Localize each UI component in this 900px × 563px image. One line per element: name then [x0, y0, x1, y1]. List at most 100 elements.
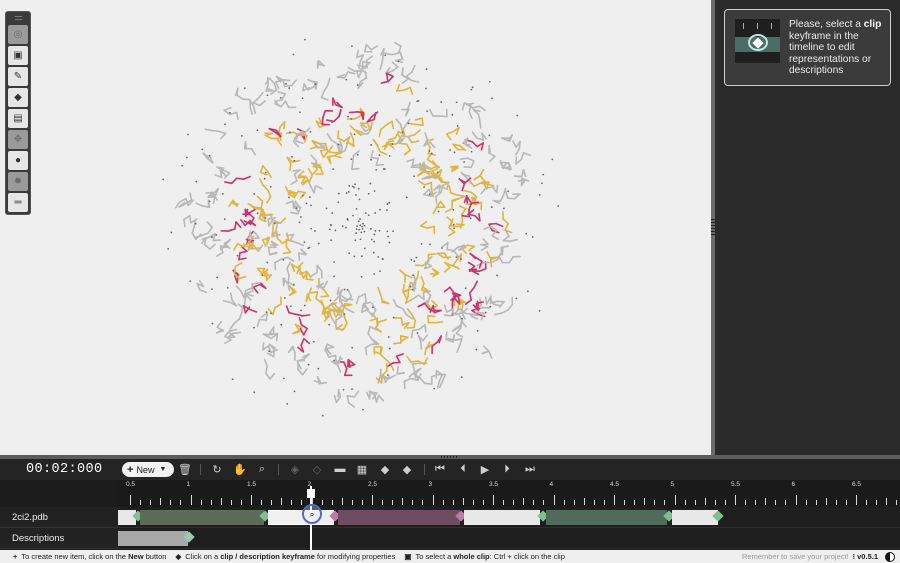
- camera-icon[interactable]: ▬: [333, 462, 347, 476]
- ruler-tick: [745, 500, 747, 505]
- zoom-cursor-icon: ⌕: [302, 504, 322, 524]
- theme-toggle-icon[interactable]: [885, 552, 895, 562]
- ruler-label: 4.5: [610, 481, 620, 488]
- target-icon[interactable]: ◎: [8, 25, 28, 44]
- app-window: :::::::: ◎ ▣ ✎ ◆ ▤ ✥ ● ✹ ═ Please, selec…: [0, 0, 900, 563]
- step-back-icon[interactable]: ⏴: [456, 462, 470, 476]
- current-time: 00:02:000: [26, 462, 103, 477]
- keyframe-prev-icon[interactable]: ◈: [288, 462, 302, 476]
- ruler-tick: [694, 500, 696, 505]
- select-keyframe-hint: Please, select a clip keyframe in the ti…: [724, 9, 891, 86]
- ruler-tick: [614, 495, 615, 505]
- status-bar: + To create new item, click on the New b…: [0, 550, 900, 563]
- archive-icon[interactable]: ▤: [8, 109, 28, 128]
- keyframe-left-icon[interactable]: ◆: [378, 462, 392, 476]
- settings-icon[interactable]: ✹: [8, 172, 28, 191]
- ruler-icon[interactable]: ✎: [8, 67, 28, 86]
- ruler-label: 6: [791, 481, 796, 488]
- ruler-tick: [170, 500, 172, 505]
- hand-icon[interactable]: ✋: [233, 462, 247, 476]
- redo-icon[interactable]: ↻: [210, 462, 224, 476]
- menu-icon[interactable]: ═: [8, 193, 28, 212]
- print-icon[interactable]: ▦: [355, 462, 369, 476]
- new-item-button[interactable]: + New ▼: [122, 462, 174, 477]
- clip-select-icon: ▣: [404, 552, 412, 561]
- ruler-tick: [482, 500, 484, 505]
- ruler-tick: [835, 500, 837, 505]
- ruler-tick: [593, 500, 595, 505]
- track-labels: 2ci2.pdb Descriptions: [0, 507, 118, 549]
- step-forward-icon[interactable]: ⏵: [500, 462, 514, 476]
- ruler-tick: [856, 495, 857, 505]
- ruler-tick: [180, 500, 182, 505]
- ruler-tick: [130, 495, 131, 505]
- skip-end-icon[interactable]: ⏭: [523, 462, 537, 476]
- ruler-tick: [563, 500, 565, 505]
- move-icon[interactable]: ✥: [8, 130, 28, 149]
- ruler-tick: [664, 500, 666, 505]
- ruler-tick: [220, 498, 222, 505]
- ruler-tick: [392, 500, 394, 505]
- clip[interactable]: [464, 510, 540, 525]
- ruler-tick: [442, 500, 444, 505]
- keyframe-right-icon[interactable]: ◆: [400, 462, 414, 476]
- zoom-icon[interactable]: ⌕: [255, 462, 269, 476]
- image-icon[interactable]: ▣: [8, 46, 28, 65]
- clip-transition[interactable]: [140, 510, 264, 525]
- ruler-tick: [775, 500, 777, 505]
- ruler-tick: [825, 498, 827, 505]
- trash-icon[interactable]: 🗑: [178, 462, 192, 476]
- comment-icon[interactable]: ●: [8, 151, 28, 170]
- clip-transition[interactable]: [338, 510, 460, 525]
- description-clip[interactable]: [118, 531, 188, 546]
- ruler-tick: [301, 500, 303, 505]
- track-label-pdb[interactable]: 2ci2.pdb: [0, 507, 118, 528]
- ruler-tick: [765, 498, 767, 505]
- ruler-tick: [382, 500, 384, 505]
- ruler-tick: [372, 495, 373, 505]
- ruler-tick: [361, 500, 363, 505]
- clip[interactable]: [672, 510, 718, 525]
- ruler-tick: [402, 498, 404, 505]
- ruler-tick: [543, 500, 545, 505]
- ruler-tick: [704, 498, 706, 505]
- ruler-tick: [472, 500, 474, 505]
- time-ruler[interactable]: 0.5 1 1.5 2 2.5 3 3.5 4 4.5 5 5.5 6 6.5: [118, 480, 900, 507]
- tool-palette: :::::::: ◎ ▣ ✎ ◆ ▤ ✥ ● ✹ ═: [5, 11, 31, 215]
- plus-icon: +: [127, 463, 134, 476]
- tag-icon[interactable]: ◆: [8, 88, 28, 107]
- ruler-label: 2.5: [368, 481, 378, 488]
- ruler-tick: [573, 500, 575, 505]
- properties-panel: Please, select a clip keyframe in the ti…: [715, 0, 900, 455]
- ruler-label: 1: [186, 481, 191, 488]
- track-row-pdb[interactable]: [118, 507, 900, 528]
- keyframe-illustration-icon: [735, 19, 780, 63]
- ruler-tick: [735, 495, 736, 505]
- track-row-descriptions[interactable]: [118, 528, 900, 549]
- ruler-tick: [261, 500, 263, 505]
- ruler-tick: [896, 500, 898, 505]
- ruler-tick: [845, 500, 847, 505]
- timeline: 00:02:000 + New ▼ 🗑 ↻ ✋ ⌕ ◈ ◇ ▬ ▦ ◆ ◆ ⏮ ⏴ …: [0, 459, 900, 563]
- playhead-handle[interactable]: [307, 489, 315, 498]
- ruler-tick: [785, 500, 787, 505]
- track-label-descriptions[interactable]: Descriptions: [0, 528, 118, 549]
- tip-whole-clip: To select a whole clip: Ctrl + click on …: [415, 552, 565, 561]
- ruler-tick: [755, 500, 757, 505]
- keyframe-add-icon[interactable]: ◇: [310, 462, 324, 476]
- ruler-tick: [644, 498, 646, 505]
- palette-drag-handle[interactable]: ::::::::: [10, 15, 26, 22]
- diamond-icon: ◆: [175, 552, 182, 561]
- ruler-tick: [341, 498, 343, 505]
- clip[interactable]: [268, 510, 334, 525]
- play-icon[interactable]: ▶: [478, 462, 492, 476]
- ruler-tick: [886, 498, 888, 505]
- ruler-tick: [291, 500, 293, 505]
- molecule-render[interactable]: [150, 30, 570, 420]
- skip-start-icon[interactable]: ⏮: [433, 462, 447, 476]
- ruler-tick: [271, 500, 273, 505]
- clip-transition[interactable]: [546, 510, 667, 525]
- ruler-tick: [866, 500, 868, 505]
- molecule-viewport[interactable]: :::::::: ◎ ▣ ✎ ◆ ▤ ✥ ● ✹ ═: [0, 0, 711, 455]
- ruler-tick: [251, 495, 252, 505]
